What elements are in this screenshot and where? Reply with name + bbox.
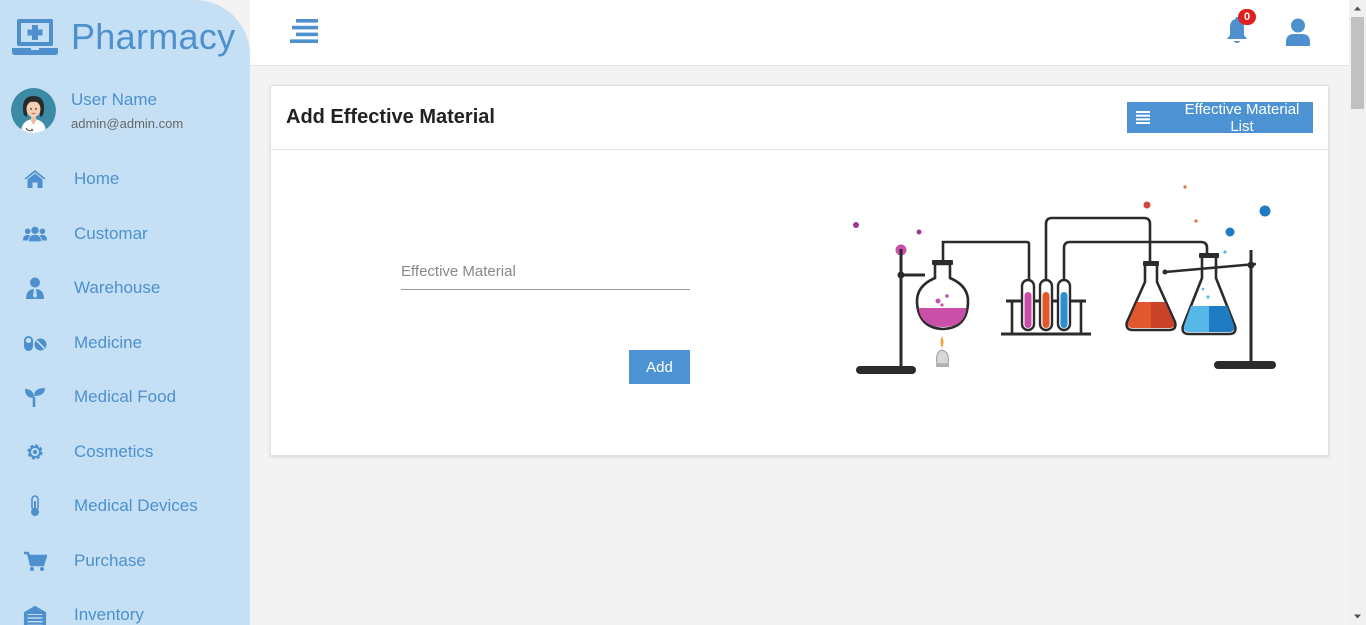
brand[interactable]: Pharmacy: [12, 14, 235, 60]
sidebar-item-medical-devices[interactable]: Medical Devices: [0, 479, 250, 534]
cart-icon: [23, 549, 47, 573]
sidebar-item-home[interactable]: Home: [0, 152, 250, 207]
sidebar-item-purchase[interactable]: Purchase: [0, 534, 250, 589]
seedling-icon: [23, 385, 47, 409]
warehouse-icon: [23, 603, 47, 625]
page-title: Add Effective Material: [286, 106, 495, 128]
scrollbar[interactable]: [1349, 0, 1366, 625]
sidebar-item-cosmetics[interactable]: Cosmetics: [0, 425, 250, 480]
home-icon: [23, 167, 47, 191]
notification-badge: 0: [1238, 9, 1256, 25]
sidebar-item-label: Medicine: [74, 332, 143, 352]
sidebar-item-label: Home: [74, 169, 120, 189]
scroll-down-arrow-icon[interactable]: [1349, 608, 1366, 625]
pills-icon: [23, 331, 47, 355]
user-icon[interactable]: [1286, 18, 1310, 46]
scroll-up-arrow-icon[interactable]: [1349, 0, 1366, 17]
sidebar-item-label: Inventory: [74, 605, 144, 625]
sidebar-item-inventory[interactable]: Inventory: [0, 588, 250, 625]
sidebar-item-label: Customar: [74, 223, 148, 243]
users-icon: [23, 222, 47, 246]
sidebar-item-medical-food[interactable]: Medical Food: [0, 370, 250, 425]
sidebar-item-medicine[interactable]: Medicine: [0, 316, 250, 371]
user-name: User Name: [71, 90, 157, 109]
topbar: 0: [250, 0, 1349, 66]
thermometer-icon: [23, 494, 47, 518]
sidebar-item-warehouse[interactable]: Warehouse: [0, 261, 250, 316]
material-list-button[interactable]: Effective Material List: [1127, 100, 1313, 135]
menu-toggle-icon[interactable]: [290, 19, 318, 43]
sidebar: Pharmacy User Name admin@admin.com Home …: [0, 0, 250, 625]
add-button[interactable]: Add: [629, 350, 690, 384]
avatar: [11, 88, 56, 133]
sidebar-item-label: Medical Food: [74, 387, 177, 407]
sidebar-item-label: Purchase: [74, 550, 146, 570]
laptop-medical-icon: [12, 19, 58, 55]
sidebar-item-customar[interactable]: Customar: [0, 207, 250, 262]
lab-equipment-illustration: [853, 185, 1276, 374]
user-profile[interactable]: User Name admin@admin.com: [11, 88, 183, 133]
sidebar-item-label: Warehouse: [74, 278, 161, 298]
user-email: admin@admin.com: [71, 116, 184, 131]
sidebar-item-label: Medical Devices: [74, 496, 198, 516]
sidebar-nav: Home Customar Warehouse Medicine Medical…: [0, 152, 250, 625]
gear-icon: [23, 440, 47, 464]
scrollbar-thumb[interactable]: [1351, 17, 1364, 109]
brand-name: Pharmacy: [71, 16, 236, 57]
add-material-card: Add Effective Material Effective Materia…: [270, 85, 1329, 456]
list-icon: [1136, 111, 1150, 124]
card-header: Add Effective Material Effective Materia…: [271, 86, 1328, 150]
user-tie-icon: [23, 276, 47, 300]
effective-material-input[interactable]: [401, 256, 690, 286]
sidebar-item-label: Cosmetics: [74, 441, 154, 461]
material-list-button-label: Effective Material List: [1184, 100, 1300, 135]
effective-material-field: [401, 256, 690, 290]
